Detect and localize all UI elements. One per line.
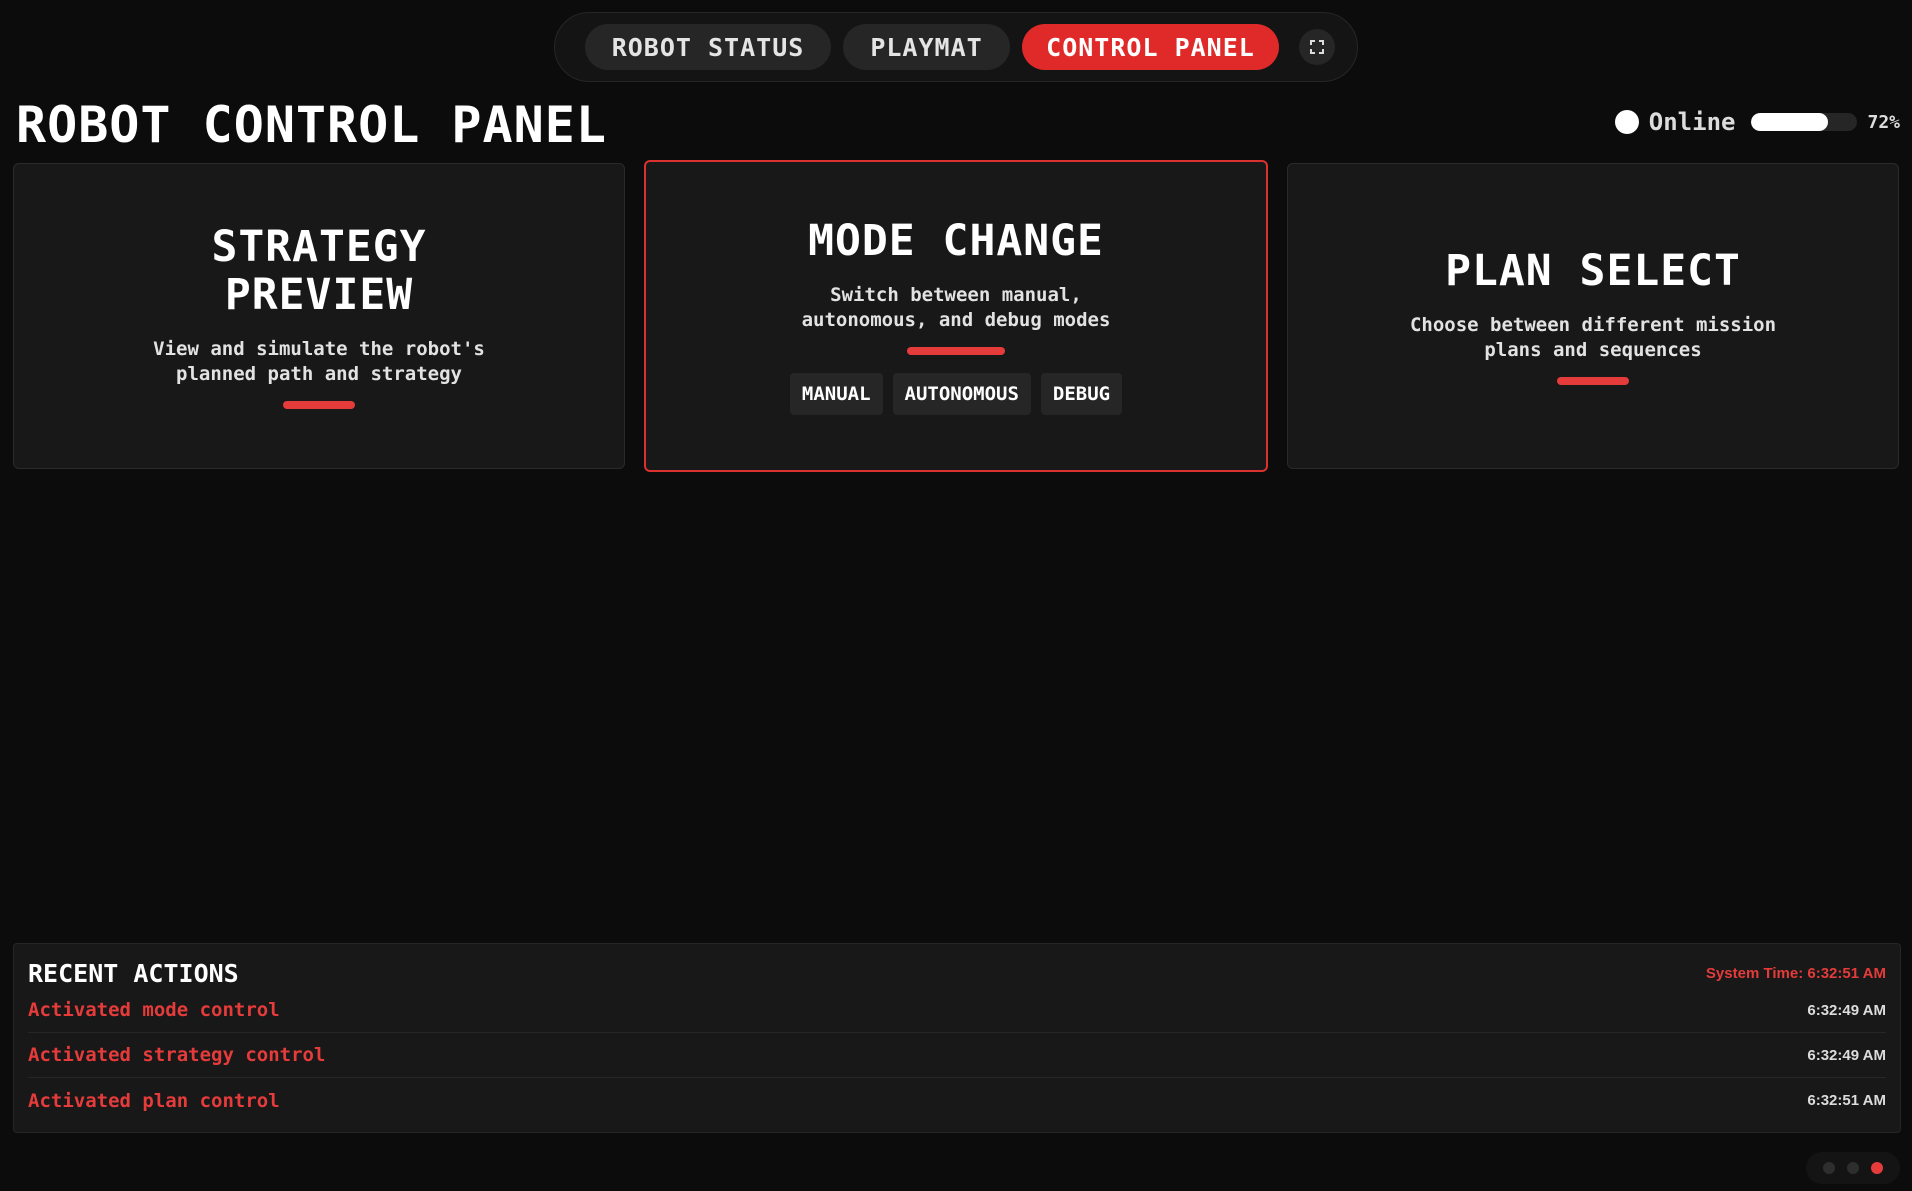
page: ROBOT STATUS PLAYMAT CONTROL PANEL ROBOT… (0, 0, 1912, 1191)
page-dot-1[interactable] (1823, 1162, 1835, 1174)
action-text: Activated strategy control (28, 1044, 326, 1066)
plan-select-card[interactable]: PLAN SELECT Choose between different mis… (1287, 163, 1899, 469)
strategy-preview-card[interactable]: STRATEGY PREVIEW View and simulate the r… (13, 163, 625, 469)
card-accent-bar (1557, 377, 1629, 385)
tab-robot-status[interactable]: ROBOT STATUS (585, 24, 831, 70)
page-dot-3[interactable] (1871, 1162, 1883, 1174)
card-title: PLAN SELECT (1445, 246, 1741, 296)
action-timestamp: 6:32:49 AM (1807, 1046, 1886, 1064)
mode-change-card[interactable]: MODE CHANGE Switch between manual, auton… (644, 160, 1268, 472)
card-description: View and simulate the robot's planned pa… (153, 338, 485, 385)
robot-status-indicator: Online 72% (1614, 108, 1900, 136)
autonomous-mode-button[interactable]: AUTONOMOUS (892, 373, 1031, 415)
action-timestamp: 6:32:49 AM (1807, 1001, 1886, 1019)
page-title: ROBOT CONTROL PANEL (16, 96, 607, 154)
tab-control-panel[interactable]: CONTROL PANEL (1022, 24, 1279, 70)
battery-bar (1751, 113, 1858, 131)
card-accent-bar (283, 401, 355, 409)
mode-button-group: MANUAL AUTONOMOUS DEBUG (789, 373, 1123, 415)
recent-actions-title: RECENT ACTIONS (28, 958, 239, 988)
status-label: Online (1648, 108, 1736, 136)
card-accent-bar (907, 347, 1005, 355)
list-item: Activated plan control 6:32:51 AM (28, 1078, 1886, 1123)
action-text: Activated plan control (28, 1089, 280, 1112)
battery-percentage: 72% (1867, 111, 1900, 133)
recent-actions-header: RECENT ACTIONS System Time: 6:32:51 AM (28, 958, 1886, 988)
top-navigation: ROBOT STATUS PLAYMAT CONTROL PANEL (554, 12, 1358, 82)
action-timestamp: 6:32:51 AM (1807, 1092, 1886, 1109)
card-title: STRATEGY PREVIEW (211, 222, 427, 320)
list-item: Activated mode control 6:32:49 AM (28, 988, 1886, 1033)
card-description: Switch between manual, autonomous, and d… (801, 284, 1111, 331)
card-title: MODE CHANGE (808, 216, 1104, 266)
page-indicator (1806, 1152, 1900, 1184)
list-item: Activated strategy control 6:32:49 AM (28, 1033, 1886, 1078)
recent-actions-panel: RECENT ACTIONS System Time: 6:32:51 AM A… (13, 943, 1901, 1133)
page-dot-2[interactable] (1847, 1162, 1859, 1174)
card-description: Choose between different mission plans a… (1409, 314, 1777, 361)
action-text: Activated mode control (28, 999, 280, 1021)
battery-bar-fill (1751, 113, 1828, 131)
tab-playmat[interactable]: PLAYMAT (843, 24, 1010, 70)
manual-mode-button[interactable]: MANUAL (789, 373, 883, 415)
expand-icon (1310, 40, 1324, 54)
fullscreen-button[interactable] (1299, 29, 1335, 65)
online-status-dot-icon (1614, 110, 1639, 134)
debug-mode-button[interactable]: DEBUG (1040, 373, 1123, 415)
system-time: System Time: 6:32:51 AM (1705, 964, 1886, 982)
